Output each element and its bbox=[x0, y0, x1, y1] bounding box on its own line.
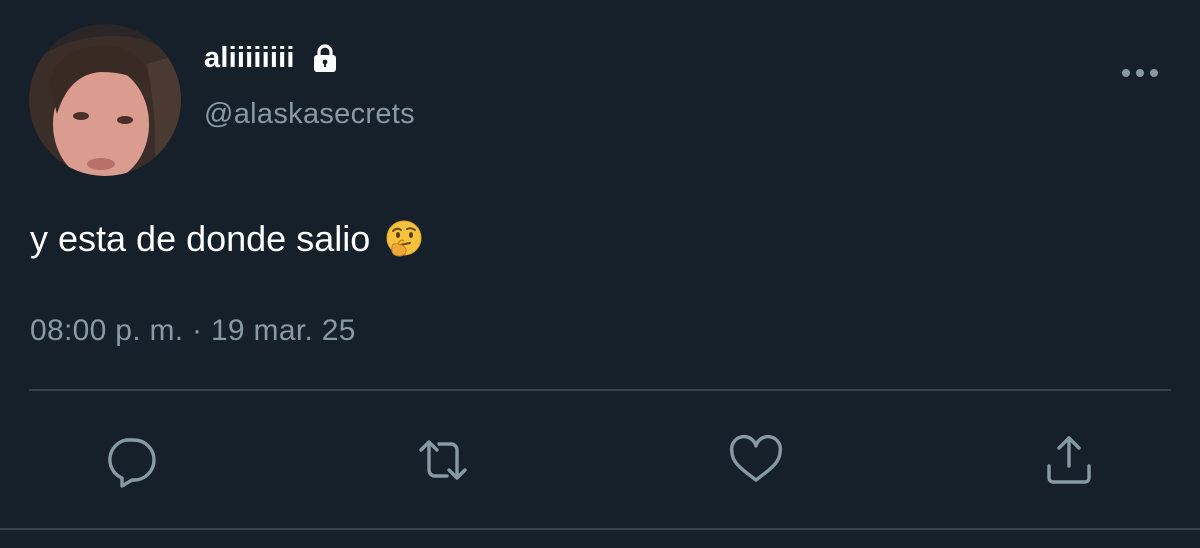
share-button[interactable] bbox=[1041, 432, 1097, 488]
user-handle[interactable]: @alaskasecrets bbox=[204, 98, 415, 131]
tweet-body: y esta de donde salio bbox=[30, 218, 424, 260]
bottom-divider bbox=[0, 528, 1200, 530]
retweet-icon bbox=[419, 440, 467, 480]
more-options-icon[interactable] bbox=[1118, 62, 1162, 84]
tweet-timestamp[interactable]: 08:00 p. m. · 19 mar. 25 bbox=[30, 314, 356, 348]
avatar[interactable] bbox=[29, 24, 181, 176]
retweet-button[interactable] bbox=[415, 432, 471, 488]
display-name[interactable]: aliiiiiiii bbox=[204, 42, 295, 75]
name-row: aliiiiiiii bbox=[204, 38, 341, 78]
tweet-card: aliiiiiiii @alaskasecrets y esta de dond… bbox=[0, 0, 1200, 548]
divider bbox=[29, 389, 1171, 391]
share-icon bbox=[1047, 436, 1091, 484]
reply-button[interactable] bbox=[102, 432, 158, 488]
thinking-face-emoji bbox=[384, 219, 424, 259]
tweet-text: y esta de donde salio bbox=[30, 218, 371, 259]
lock-icon bbox=[309, 42, 341, 74]
like-button[interactable] bbox=[728, 432, 784, 488]
heart-icon bbox=[729, 434, 783, 482]
reply-icon bbox=[108, 438, 156, 488]
